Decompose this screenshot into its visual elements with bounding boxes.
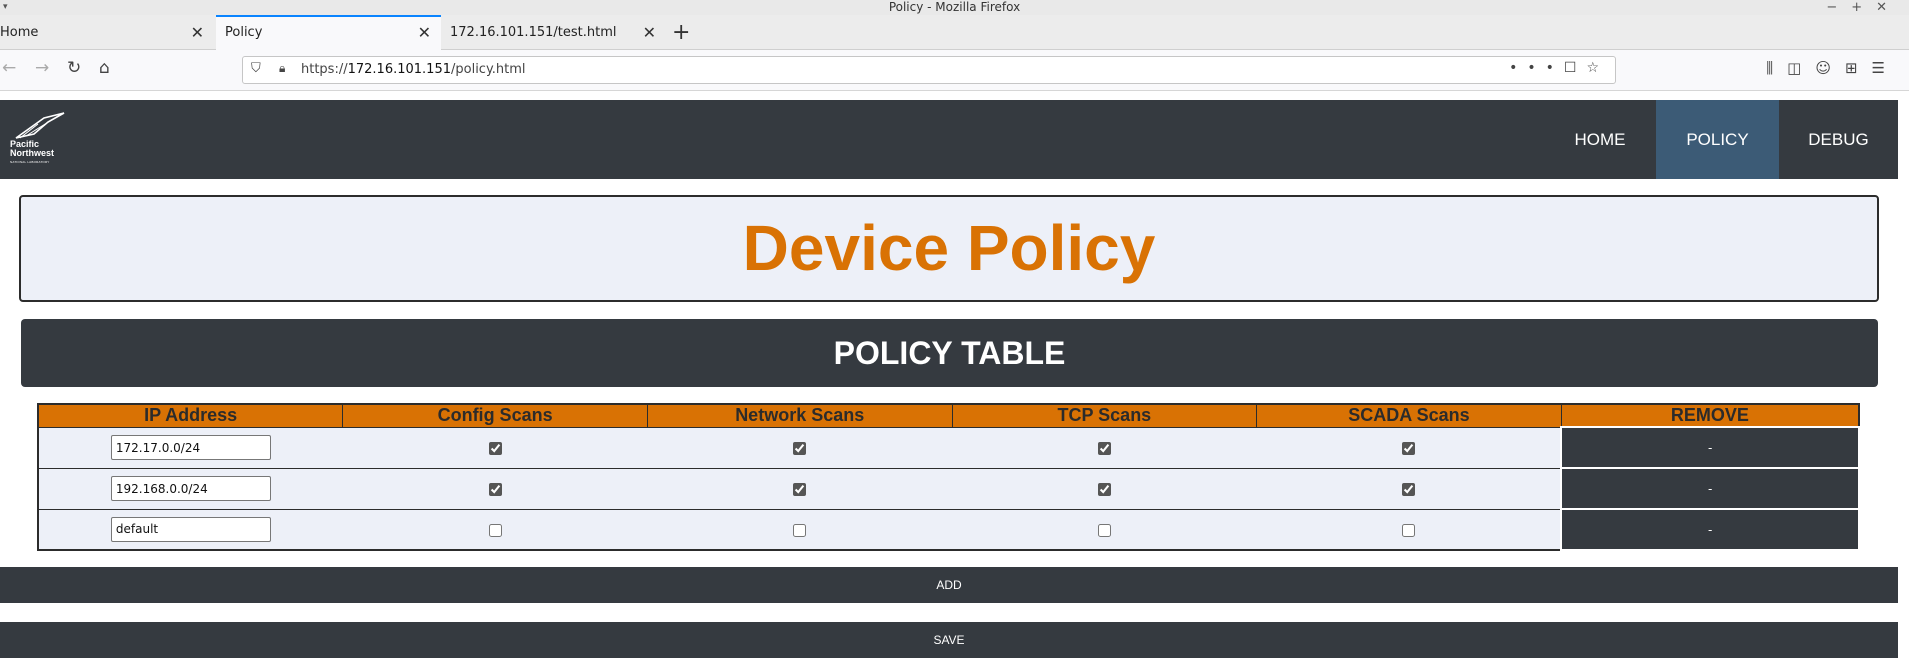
nav-debug[interactable]: DEBUG	[1779, 100, 1898, 179]
add-button[interactable]: ADD	[0, 567, 1898, 603]
close-icon[interactable]: ✕	[191, 15, 204, 50]
remove-button[interactable]: -	[1560, 467, 1860, 510]
scada-scan-cell	[1256, 468, 1562, 510]
policy-table: IP Address Config Scans Network Scans TC…	[37, 403, 1860, 551]
nav-toolbar: ← → ↻ ⌂ ⛉ 🔒︎ https://172.16.101.151/poli…	[0, 50, 1909, 91]
save-button[interactable]: SAVE	[0, 622, 1898, 658]
table-row: -	[38, 426, 1860, 469]
pnnl-logo[interactable]: Pacific Northwest NATIONAL LABORATORY	[10, 112, 66, 170]
close-icon[interactable]: ✕	[643, 15, 656, 50]
nav-home[interactable]: HOME	[1548, 100, 1652, 179]
tcp-scan-checkbox[interactable]	[1097, 442, 1111, 455]
ip-address-input[interactable]	[110, 476, 271, 501]
shield-icon[interactable]: ⛉	[251, 61, 261, 76]
window-titlebar: ▾ Policy - Mozilla Firefox −+✕	[0, 0, 1909, 15]
network-scan-cell	[647, 509, 953, 551]
scada-scan-checkbox[interactable]	[1401, 442, 1415, 455]
tcp-scan-cell	[952, 427, 1257, 469]
title-panel: Device Policy	[19, 195, 1879, 302]
tcp-scan-checkbox[interactable]	[1097, 523, 1111, 537]
ip-cell	[38, 427, 343, 469]
reload-icon[interactable]: ↻	[67, 57, 81, 79]
config-scan-checkbox[interactable]	[488, 483, 502, 496]
tcp-scan-checkbox[interactable]	[1097, 483, 1111, 496]
config-scan-cell	[342, 468, 648, 510]
table-row: -	[38, 508, 1860, 551]
config-scan-checkbox[interactable]	[488, 442, 502, 455]
tab-policy[interactable]: Policy ✕	[216, 15, 441, 50]
scada-scan-checkbox[interactable]	[1401, 483, 1415, 496]
back-icon[interactable]: ←	[2, 57, 16, 79]
scada-scan-cell	[1256, 509, 1562, 551]
network-scan-checkbox[interactable]	[793, 483, 807, 496]
col-ip-address: IP Address	[37, 403, 344, 428]
table-row: -	[38, 467, 1860, 510]
network-scan-checkbox[interactable]	[793, 442, 807, 455]
remove-button[interactable]: -	[1560, 508, 1860, 551]
config-scan-cell	[342, 427, 648, 469]
lock-warning-icon[interactable]: 🔒︎	[279, 61, 285, 76]
url-text[interactable]: https://172.16.101.151/policy.html	[301, 62, 526, 77]
remove-button[interactable]: -	[1560, 426, 1860, 469]
policy-rows: ---	[38, 426, 1860, 551]
window-controls[interactable]: −+✕	[1826, 0, 1901, 15]
ip-address-input[interactable]	[110, 435, 271, 460]
forward-icon[interactable]: →	[35, 57, 49, 79]
scada-scan-checkbox[interactable]	[1401, 523, 1415, 537]
ip-cell	[38, 509, 343, 551]
tab-label: 172.16.101.151/test.html	[450, 25, 617, 40]
tab-label: Policy	[225, 25, 263, 40]
col-network-scans: Network Scans	[646, 403, 953, 428]
ip-cell	[38, 468, 343, 510]
tab-strip: Home ✕ Policy ✕ 172.16.101.151/test.html…	[0, 15, 1909, 50]
tcp-scan-cell	[952, 468, 1257, 510]
network-scan-cell	[647, 427, 953, 469]
table-heading-panel: POLICY TABLE	[21, 319, 1878, 387]
page-title: Device Policy	[742, 212, 1156, 284]
col-config-scans: Config Scans	[342, 403, 648, 428]
network-scan-checkbox[interactable]	[793, 523, 807, 537]
scada-scan-cell	[1256, 427, 1562, 469]
window-menu-icon[interactable]: ▾	[3, 0, 8, 15]
site-header: Pacific Northwest NATIONAL LABORATORY HO…	[0, 100, 1898, 179]
table-heading: POLICY TABLE	[833, 335, 1066, 371]
new-tab-button[interactable]: +	[672, 15, 690, 50]
close-icon[interactable]: ✕	[418, 15, 431, 50]
col-tcp-scans: TCP Scans	[951, 403, 1258, 428]
col-remove: REMOVE	[1560, 403, 1860, 428]
col-scada-scans: SCADA Scans	[1256, 403, 1562, 428]
tab-test[interactable]: 172.16.101.151/test.html ✕	[441, 15, 666, 50]
logo-subtext: NATIONAL LABORATORY	[10, 160, 50, 164]
config-scan-checkbox[interactable]	[488, 523, 502, 537]
table-header-row: IP Address Config Scans Network Scans TC…	[37, 403, 1860, 428]
home-icon[interactable]: ⌂	[99, 57, 110, 79]
toolbar-icons[interactable]: ⫼◫☺⊞☰	[1766, 59, 1899, 77]
ip-address-input[interactable]	[110, 516, 271, 542]
url-bar[interactable]: ⛉ 🔒︎ https://172.16.101.151/policy.html …	[242, 56, 1616, 84]
nav-policy[interactable]: POLICY	[1656, 100, 1779, 179]
logo-text: Pacific Northwest	[10, 139, 55, 158]
config-scan-cell	[342, 509, 648, 551]
window-title: Policy - Mozilla Firefox	[888, 0, 1021, 14]
tcp-scan-cell	[952, 509, 1257, 551]
tab-label: Home	[0, 25, 39, 40]
tab-home[interactable]: Home ✕	[0, 15, 214, 50]
page-actions[interactable]: •••☐☆	[1509, 60, 1609, 76]
network-scan-cell	[647, 468, 953, 510]
logo-mark-icon	[15, 112, 65, 139]
